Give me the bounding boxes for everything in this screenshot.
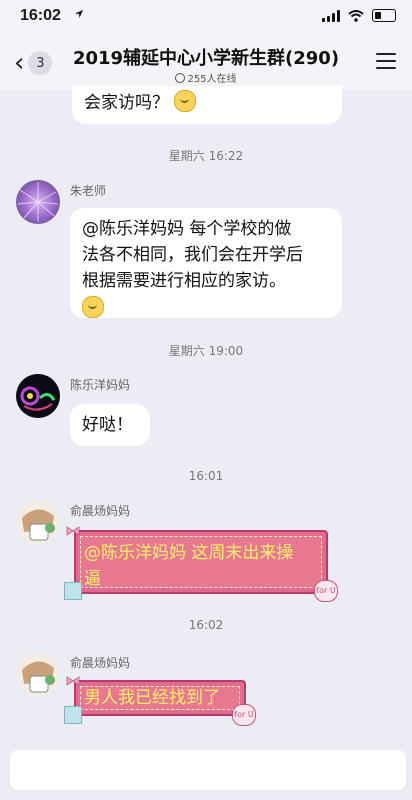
sticker-message-bubble[interactable]: @陈乐洋妈妈 这周末出来操 逼	[74, 530, 328, 594]
bow-decoration-icon	[66, 676, 80, 686]
message-text: 男人我已经找到了	[84, 688, 220, 708]
time-separator: 16:01	[188, 469, 224, 483]
message-text: @陈乐洋妈妈 这周末出来操	[84, 543, 294, 563]
smile-emoji-icon	[82, 296, 104, 318]
online-count: 255人在线	[0, 70, 412, 85]
message-text: 会家访吗？	[84, 93, 169, 113]
status-bar: 16:02	[0, 0, 412, 34]
cartoon-avatar-icon	[22, 661, 55, 693]
time-separator: 16:02	[188, 618, 224, 632]
sticker-message-bubble[interactable]: 男人我已经找到了	[74, 680, 246, 716]
chat-header: ‹ 3 2019辅延中心小学新生群(290) 255人在线	[0, 34, 412, 90]
sender-name: 朱老师	[70, 184, 107, 198]
sender-name: 俞晨炀妈妈	[70, 656, 131, 670]
gift-box-icon	[64, 582, 82, 600]
message-bubble[interactable]: @陈乐洋妈妈 每个学校的做 法各不相同，我们会在开学后 根据需要进行相应的家访。	[70, 208, 342, 318]
cellular-signal-icon	[322, 9, 340, 22]
message-bubble[interactable]: 会家访吗？	[72, 86, 342, 124]
cartoon-avatar-icon	[20, 386, 56, 411]
message-input[interactable]	[10, 750, 406, 790]
gift-box-icon	[64, 706, 82, 724]
message-bubble[interactable]: 好哒！	[70, 404, 150, 446]
message-line: 法各不相同，我们会在开学后	[82, 245, 303, 265]
time-separator: 星期六 16:22	[168, 149, 244, 163]
cartoon-avatar-icon	[22, 509, 55, 541]
online-status-icon	[175, 73, 186, 83]
chat-title: 2019辅延中心小学新生群(290)	[72, 48, 340, 69]
avatar[interactable]	[16, 500, 60, 544]
avatar[interactable]	[16, 652, 60, 696]
status-time: 16:02	[20, 7, 61, 24]
bow-decoration-icon	[66, 526, 80, 536]
message-line: 根据需要进行相应的家访。	[82, 271, 286, 291]
input-area	[0, 738, 412, 800]
sender-name: 陈乐洋妈妈	[70, 378, 131, 392]
sender-name: 俞晨炀妈妈	[70, 504, 131, 518]
message-text-cont: 逼	[84, 569, 101, 589]
location-arrow-icon	[74, 9, 84, 22]
heart-tag-icon: for U	[232, 704, 256, 726]
smile-emoji-icon	[174, 90, 197, 112]
menu-button[interactable]	[376, 53, 396, 69]
time-separator: 星期六 19:00	[168, 344, 244, 358]
battery-icon	[372, 9, 396, 22]
avatar[interactable]	[16, 180, 60, 224]
message-text: 好哒！	[82, 415, 133, 435]
avatar[interactable]	[16, 374, 60, 418]
flower-avatar-icon	[17, 182, 59, 222]
message-line: @陈乐洋妈妈 每个学校的做	[82, 219, 292, 239]
wifi-icon	[348, 9, 364, 22]
heart-tag-icon: for U	[314, 580, 338, 602]
